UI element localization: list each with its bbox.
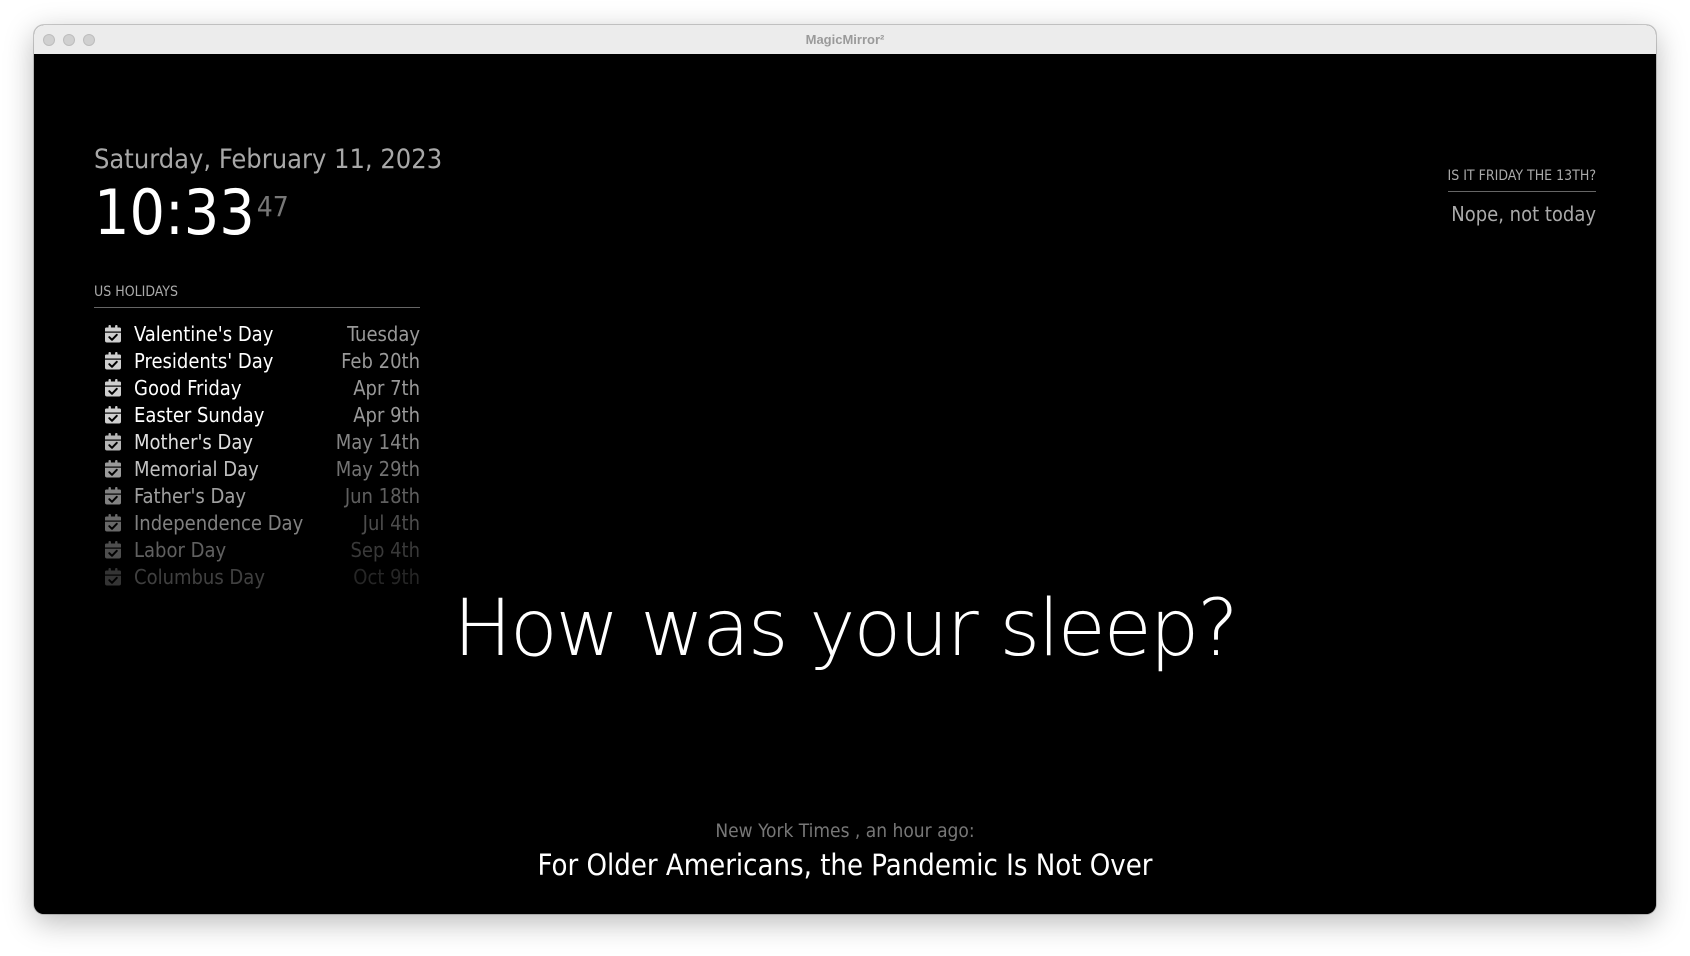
friday-13th-header: Is it Friday the 13th? [1447, 167, 1596, 192]
calendar-check-icon [103, 378, 123, 398]
clock-seconds: 47 [256, 190, 289, 223]
calendar-event: Father's Day Jun 18th [94, 482, 420, 509]
clock-time: 10:3347 [94, 181, 442, 245]
calendar-check-icon [103, 405, 123, 425]
calendar-event: Presidents' Day Feb 20th [94, 347, 420, 374]
calendar-event-time: Apr 9th [353, 402, 420, 427]
calendar-event-list: Valentine's Day Tuesday Presidents' Day Feb… [94, 320, 420, 590]
calendar-event-title: Labor Day [134, 537, 227, 562]
calendar-event-time: May 29th [335, 456, 420, 481]
calendar-event-title: Easter Sunday [134, 402, 265, 427]
calendar-event-title: Good Friday [134, 375, 242, 400]
calendar-event-time: Tuesday [347, 321, 420, 346]
calendar-event: Easter Sunday Apr 9th [94, 401, 420, 428]
calendar-check-icon [103, 351, 123, 371]
calendar-event-title: Mother's Day [134, 429, 254, 454]
calendar-event-time: Jun 18th [344, 483, 420, 508]
friday-13th-module: Is it Friday the 13th? Nope, not today [1447, 165, 1596, 226]
newsfeed-module: New York Times , an hour ago: For Older … [34, 819, 1656, 883]
compliment-text: How was your sleep? [453, 584, 1238, 674]
calendar-event-title: Memorial Day [134, 456, 259, 481]
app-window: MagicMirror² Saturday, February 11, 2023… [34, 25, 1656, 914]
news-source: New York Times , an hour ago: [715, 820, 975, 842]
calendar-check-icon [103, 486, 123, 506]
calendar-event-time: Apr 7th [353, 375, 420, 400]
clock-date: Saturday, February 11, 2023 [94, 144, 443, 175]
calendar-event: Independence Day Jul 4th [94, 509, 420, 536]
calendar-event: Mother's Day May 14th [94, 428, 420, 455]
calendar-module: US Holidays Valentine's Day Tuesday Presid… [94, 283, 420, 590]
calendar-event-title: Independence Day [134, 510, 304, 535]
calendar-event-time: Jul 4th [362, 510, 420, 535]
friday-13th-answer: Nope, not today [1451, 202, 1596, 226]
clock-hours-minutes: 10:33 [94, 176, 255, 249]
title-bar: MagicMirror² [34, 25, 1656, 55]
calendar-event-time: May 14th [335, 429, 420, 454]
calendar-event: Memorial Day May 29th [94, 455, 420, 482]
calendar-event-time: Sep 4th [350, 537, 420, 562]
calendar-header: US Holidays [94, 283, 420, 308]
clock-module: Saturday, February 11, 2023 10:3347 [94, 143, 442, 245]
calendar-check-icon [103, 459, 123, 479]
window-title: MagicMirror² [805, 32, 885, 47]
calendar-event-time: Feb 20th [341, 348, 420, 373]
calendar-event: Labor Day Sep 4th [94, 536, 420, 563]
news-headline: For Older Americans, the Pandemic Is Not… [537, 848, 1153, 882]
calendar-event-title: Valentine's Day [134, 321, 274, 346]
calendar-event: Valentine's Day Tuesday [94, 320, 420, 347]
calendar-check-icon [103, 513, 123, 533]
calendar-check-icon [103, 324, 123, 344]
calendar-check-icon [103, 432, 123, 452]
mirror-screen: Saturday, February 11, 2023 10:3347 US H… [34, 54, 1656, 914]
calendar-check-icon [103, 540, 123, 560]
calendar-event-title: Presidents' Day [134, 348, 274, 373]
calendar-event: Good Friday Apr 7th [94, 374, 420, 401]
calendar-event-title: Father's Day [134, 483, 247, 508]
